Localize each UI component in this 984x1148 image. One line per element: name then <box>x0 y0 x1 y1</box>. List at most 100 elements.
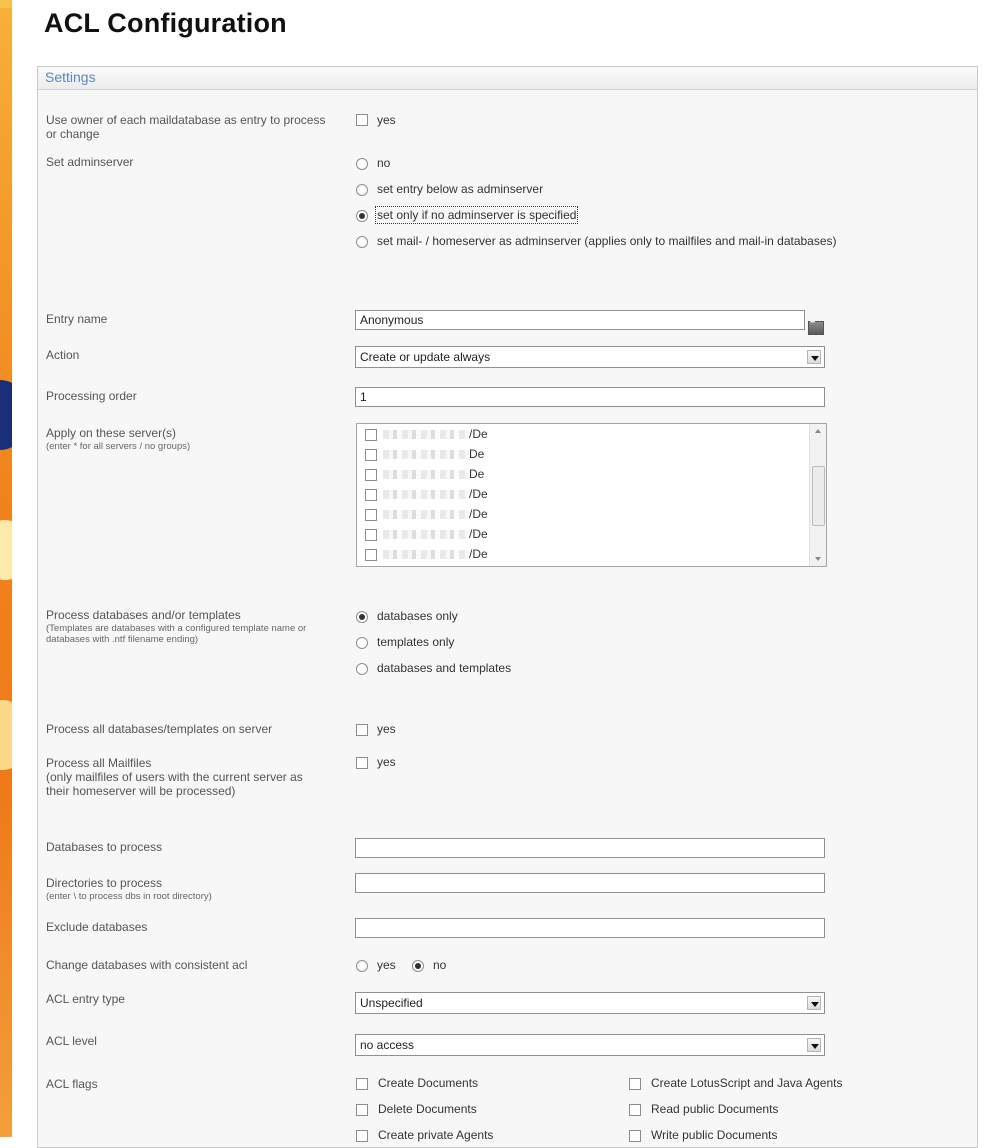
consistent-acl-option-no: no <box>433 958 447 972</box>
server-item[interactable]: De <box>365 467 484 481</box>
process-all-mailfiles-hint: (only mailfiles of users with the curren… <box>46 770 303 798</box>
acl-flag-read-public-documents: Read public Documents <box>651 1102 779 1116</box>
server-name-redacted <box>383 430 469 440</box>
process-type-label-text: Process databases and/or templates <box>46 608 241 622</box>
server-suffix: /De <box>469 487 488 501</box>
server-list-scrollbar[interactable] <box>809 424 826 566</box>
apply-servers-hint: (enter * for all servers / no groups) <box>46 441 191 452</box>
acl-flag-checkbox[interactable] <box>356 1078 368 1090</box>
chevron-down-icon[interactable] <box>807 1038 821 1052</box>
server-checkbox[interactable] <box>365 548 377 561</box>
process-type-radio-databases[interactable] <box>356 611 368 623</box>
chevron-down-icon[interactable] <box>807 996 821 1010</box>
dirs-to-process-hint: (enter \ to process dbs in root director… <box>46 891 212 902</box>
adminserver-radio-homeserver[interactable] <box>356 236 368 248</box>
set-adminserver-label: Set adminserver <box>46 155 134 169</box>
acl-flag-checkbox[interactable] <box>629 1078 641 1090</box>
server-item[interactable]: /De <box>365 427 488 441</box>
process-type-option-both: databases and templates <box>377 661 512 675</box>
action-label: Action <box>46 348 80 362</box>
acl-flag-checkbox[interactable] <box>356 1130 368 1142</box>
acl-entry-type-select[interactable]: Unspecified <box>355 992 825 1014</box>
acl-level-value: no access <box>360 1038 415 1052</box>
consistent-acl-option-yes: yes <box>377 958 396 972</box>
process-all-mailfiles-label-text: Process all Mailfiles <box>46 756 152 770</box>
server-suffix: /De <box>469 527 488 541</box>
server-suffix: De <box>469 467 485 481</box>
chevron-down-icon[interactable] <box>807 350 821 364</box>
page-title: ACL Configuration <box>44 8 287 38</box>
server-listbox[interactable]: /De De De /De /De /De /De <box>356 423 827 567</box>
scroll-down-icon[interactable] <box>810 552 826 566</box>
acl-flags-label: ACL flags <box>46 1077 98 1091</box>
acl-flag-checkbox[interactable] <box>629 1104 641 1116</box>
acl-entry-type-label: ACL entry type <box>46 992 125 1006</box>
dirs-to-process-label: Directories to process (enter \ to proce… <box>46 876 326 902</box>
server-checkbox[interactable] <box>365 428 377 441</box>
scroll-thumb[interactable] <box>812 466 825 526</box>
server-item[interactable]: /De <box>365 507 488 521</box>
dbs-to-process-label: Databases to process <box>46 840 163 854</box>
consistent-acl-radio-no[interactable] <box>412 960 424 972</box>
panel-header-label: Settings <box>45 69 96 85</box>
process-type-radio-both[interactable] <box>356 663 368 675</box>
action-select[interactable]: Create or update always <box>355 346 825 368</box>
server-name-redacted <box>383 530 469 540</box>
adminserver-radio-if-none[interactable] <box>356 210 368 222</box>
exclude-dbs-input[interactable] <box>355 918 825 938</box>
consistent-acl-label: Change databases with consistent acl <box>46 958 248 972</box>
server-name-redacted <box>383 510 469 520</box>
server-checkbox[interactable] <box>365 448 377 461</box>
processing-order-input[interactable]: 1 <box>355 387 825 407</box>
acl-flag-create-lotusscript-agents: Create LotusScript and Java Agents <box>651 1076 843 1090</box>
process-all-dbs-checkbox[interactable] <box>356 724 368 736</box>
server-name-redacted <box>383 490 469 500</box>
acl-flag-delete-documents: Delete Documents <box>378 1102 477 1116</box>
apply-servers-label: Apply on these server(s) (enter * for al… <box>46 426 326 452</box>
apply-servers-label-text: Apply on these server(s) <box>46 426 177 440</box>
scroll-up-icon[interactable] <box>810 424 826 438</box>
process-type-option-databases: databases only <box>377 609 458 623</box>
entry-name-lookup-icon[interactable] <box>808 319 824 335</box>
acl-flag-create-private-agents: Create private Agents <box>378 1128 494 1142</box>
server-item[interactable]: /De <box>365 487 488 501</box>
server-item[interactable]: /De <box>365 547 488 561</box>
server-name-redacted <box>383 550 469 560</box>
process-all-mailfiles-label: Process all Mailfiles (only mailfiles of… <box>46 756 316 798</box>
process-type-option-templates: templates only <box>377 635 455 649</box>
server-suffix: De <box>469 447 485 461</box>
server-suffix: /De <box>469 547 488 561</box>
server-name-redacted <box>383 450 469 460</box>
server-suffix: /De <box>469 427 488 441</box>
process-all-dbs-label: Process all databases/templates on serve… <box>46 722 273 736</box>
server-checkbox[interactable] <box>365 488 377 501</box>
adminserver-option-if-none: set only if no adminserver is specified <box>374 206 579 224</box>
server-item[interactable]: De <box>365 447 484 461</box>
process-type-hint: (Templates are databases with a configur… <box>46 623 307 645</box>
dirs-to-process-label-text: Directories to process <box>46 876 163 890</box>
server-checkbox[interactable] <box>365 468 377 481</box>
dirs-to-process-input[interactable] <box>355 873 825 893</box>
process-all-mailfiles-checkbox[interactable] <box>356 757 368 769</box>
adminserver-option-no: no <box>377 156 391 170</box>
processing-order-label: Processing order <box>46 389 137 403</box>
process-type-radio-templates[interactable] <box>356 637 368 649</box>
use-owner-option: yes <box>377 113 396 127</box>
process-type-label: Process databases and/or templates (Temp… <box>46 608 326 645</box>
consistent-acl-radio-yes[interactable] <box>356 960 368 972</box>
use-owner-checkbox[interactable] <box>356 114 368 126</box>
acl-flag-write-public-documents: Write public Documents <box>651 1128 778 1142</box>
acl-level-label: ACL level <box>46 1034 97 1048</box>
adminserver-radio-no[interactable] <box>356 158 368 170</box>
adminserver-option-entry: set entry below as adminserver <box>377 182 544 196</box>
entry-name-input[interactable]: Anonymous <box>355 310 805 330</box>
server-name-redacted <box>383 470 469 480</box>
dbs-to-process-input[interactable] <box>355 838 825 858</box>
server-item[interactable]: /De <box>365 527 488 541</box>
adminserver-radio-entry[interactable] <box>356 184 368 196</box>
acl-flag-checkbox[interactable] <box>356 1104 368 1116</box>
acl-level-select[interactable]: no access <box>355 1034 825 1056</box>
acl-flag-checkbox[interactable] <box>629 1130 641 1142</box>
server-checkbox[interactable] <box>365 508 377 521</box>
server-checkbox[interactable] <box>365 528 377 541</box>
